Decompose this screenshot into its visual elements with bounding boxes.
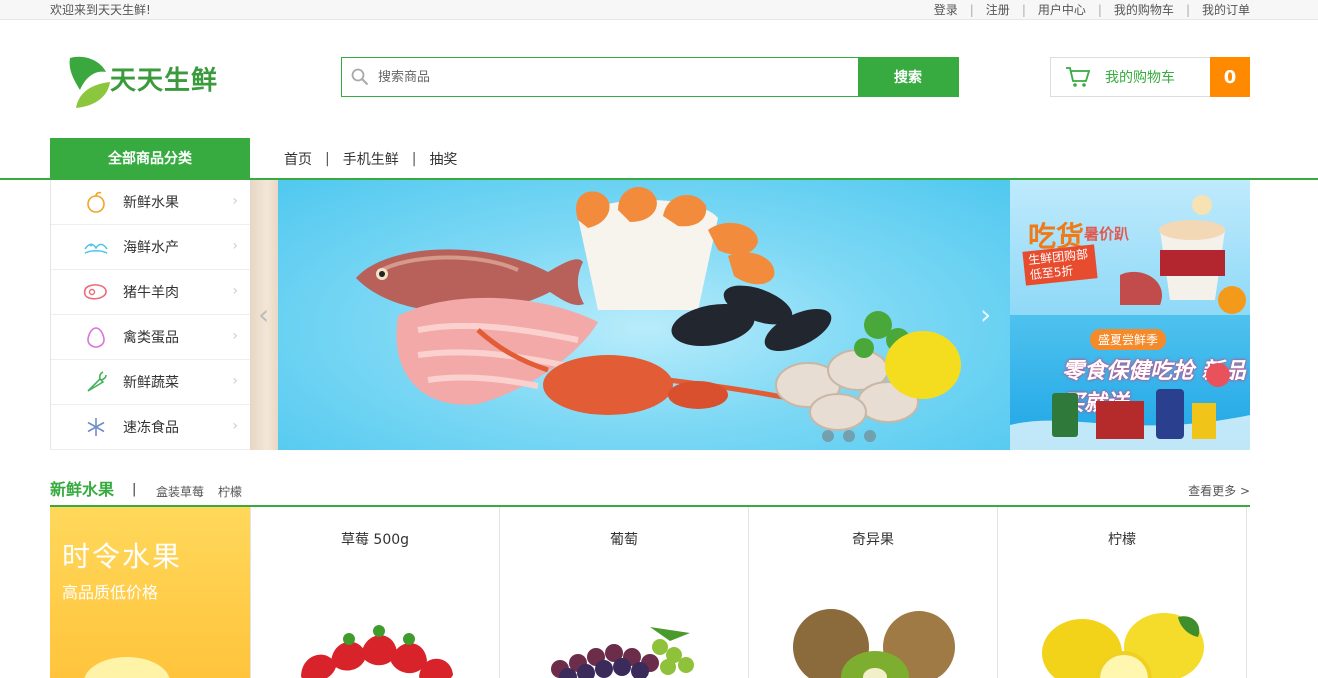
product-card[interactable]: 奇异果: [748, 507, 998, 678]
category-list: 新鲜水果 › 海鲜水产 › 猪牛羊肉 › 禽类蛋品 › 新鲜蔬菜 › 速冻食品 …: [50, 180, 250, 450]
ad-banner-snacks[interactable]: 盛夏尝鲜季 零食保健吃抢 新品买就送: [1010, 315, 1250, 450]
category-item-egg[interactable]: 禽类蛋品 ›: [51, 315, 250, 360]
header: 天天生鲜 搜索 我的购物车 0: [0, 20, 1318, 138]
nav-lottery[interactable]: 抽奖: [429, 149, 457, 169]
banner-area: 新鲜水果 › 海鲜水产 › 猪牛羊肉 › 禽类蛋品 › 新鲜蔬菜 › 速冻食品 …: [50, 180, 1250, 450]
product-card[interactable]: 柠檬: [997, 507, 1247, 678]
promo-banner-seasonal-fruit[interactable]: 时令水果 高品质低价格: [50, 507, 250, 678]
chevron-right-icon: ›: [232, 283, 238, 299]
welcome-text: 欢迎来到天天生鲜!: [50, 3, 151, 17]
seafood-illustration: [356, 186, 961, 431]
product-name[interactable]: 葡萄: [500, 529, 748, 549]
meat-icon: [81, 280, 111, 304]
egg-icon: [81, 325, 111, 349]
login-link[interactable]: 登录: [934, 1, 958, 18]
chevron-right-icon: ›: [232, 238, 238, 254]
register-link[interactable]: 注册: [986, 1, 1010, 18]
category-label: 速冻食品: [123, 420, 179, 436]
cart-count-badge: 0: [1210, 57, 1250, 97]
chevron-right-icon: ›: [232, 328, 238, 344]
product-name[interactable]: 奇异果: [749, 529, 997, 549]
banner-slide[interactable]: [278, 180, 1010, 450]
prev-arrow-icon[interactable]: ‹: [258, 298, 269, 331]
slide-indicators: [822, 430, 876, 442]
search-bar: 搜索: [341, 57, 959, 97]
separator: |: [325, 151, 330, 167]
lemon-image: [1042, 613, 1204, 678]
category-label: 禽类蛋品: [123, 330, 179, 346]
chevron-right-icon: ›: [232, 193, 238, 209]
ice-cream-illustration: [1120, 195, 1246, 314]
main-nav: 全部商品分类 首页 | 手机生鲜 | 抽奖: [0, 138, 1318, 180]
separator: |: [1021, 2, 1026, 17]
snacks-illustration: [1010, 363, 1250, 450]
separator: |: [132, 482, 137, 497]
product-card[interactable]: 葡萄: [499, 507, 749, 678]
kiwi-image: [793, 609, 955, 678]
section-title: 新鲜水果: [50, 480, 115, 499]
view-more-link[interactable]: 查看更多 >: [1188, 482, 1250, 499]
slide-dot[interactable]: [822, 430, 834, 442]
user-center-link[interactable]: 用户中心: [1038, 1, 1086, 18]
promo-subtitle: 高品质低价格: [62, 583, 159, 602]
product-grid: 草莓 500g 葡萄 奇异果 柠檬: [250, 507, 1250, 678]
my-cart-link[interactable]: 我的购物车: [1114, 1, 1174, 18]
cart-icon: [1051, 66, 1105, 88]
logo[interactable]: 天天生鲜: [66, 50, 226, 110]
category-label: 新鲜蔬菜: [123, 375, 179, 391]
top-links: 登录 | 注册 | 用户中心 | 我的购物车 | 我的订单: [934, 1, 1250, 18]
separator: |: [1185, 2, 1190, 17]
grape-image: [551, 627, 694, 678]
category-label: 海鲜水产: [123, 240, 179, 256]
slide-dot[interactable]: [864, 430, 876, 442]
search-icon: [342, 58, 378, 96]
category-item-meat[interactable]: 猪牛羊肉 ›: [51, 270, 250, 315]
cart-label: 我的购物车: [1105, 70, 1175, 86]
frozen-icon: [81, 415, 111, 439]
section-sublinks: 盒装草莓 柠檬: [156, 483, 242, 500]
category-item-frozen[interactable]: 速冻食品 ›: [51, 405, 250, 450]
logo-text: 天天生鲜: [110, 66, 219, 96]
seafood-icon: [81, 235, 111, 259]
search-button[interactable]: 搜索: [858, 58, 958, 96]
separator: |: [969, 2, 974, 17]
category-item-seafood[interactable]: 海鲜水产 ›: [51, 225, 250, 270]
separator: |: [411, 151, 417, 167]
chevron-right-icon: ›: [232, 373, 238, 389]
sublink-boxed-strawberry[interactable]: 盒装草莓: [156, 483, 204, 500]
slide-dot[interactable]: [843, 430, 855, 442]
lemon-slice-image: [84, 657, 170, 678]
chevron-right-icon: ›: [232, 418, 238, 434]
leaf-logo-icon: [69, 56, 110, 108]
fruit-icon: [81, 190, 111, 214]
sublink-lemon[interactable]: 柠檬: [218, 483, 242, 500]
strawberry-image: [301, 625, 453, 678]
promo-title: 时令水果: [62, 540, 183, 573]
product-name[interactable]: 草莓 500g: [251, 529, 499, 549]
product-name[interactable]: 柠檬: [998, 529, 1246, 549]
cart-box[interactable]: 我的购物车 0: [1050, 57, 1250, 97]
category-label: 新鲜水果: [123, 195, 179, 211]
separator: |: [1097, 2, 1102, 17]
all-categories-button[interactable]: 全部商品分类: [50, 138, 250, 178]
nav-menu: 首页 | 手机生鲜 | 抽奖: [284, 149, 457, 169]
search-input[interactable]: [378, 58, 858, 96]
vegetable-icon: [81, 370, 111, 394]
nav-home[interactable]: 首页: [284, 149, 312, 169]
category-item-fruit[interactable]: 新鲜水果 ›: [51, 180, 250, 225]
category-label: 猪牛羊肉: [123, 285, 179, 301]
category-item-vegetable[interactable]: 新鲜蔬菜 ›: [51, 360, 250, 405]
nav-mobile-fresh[interactable]: 手机生鲜: [343, 149, 399, 169]
my-orders-link[interactable]: 我的订单: [1202, 1, 1250, 18]
product-card[interactable]: 草莓 500g: [250, 507, 500, 678]
section-header-fruit: 新鲜水果 | 盒装草莓 柠檬 查看更多 >: [50, 474, 1250, 507]
next-arrow-icon[interactable]: ›: [980, 298, 991, 331]
ad-banner-summer-sale[interactable]: 吃货 暑价趴 生鲜团购部 低至5折: [1010, 180, 1250, 315]
top-bar: 欢迎来到天天生鲜! 登录 | 注册 | 用户中心 | 我的购物车 | 我的订单: [0, 0, 1318, 20]
